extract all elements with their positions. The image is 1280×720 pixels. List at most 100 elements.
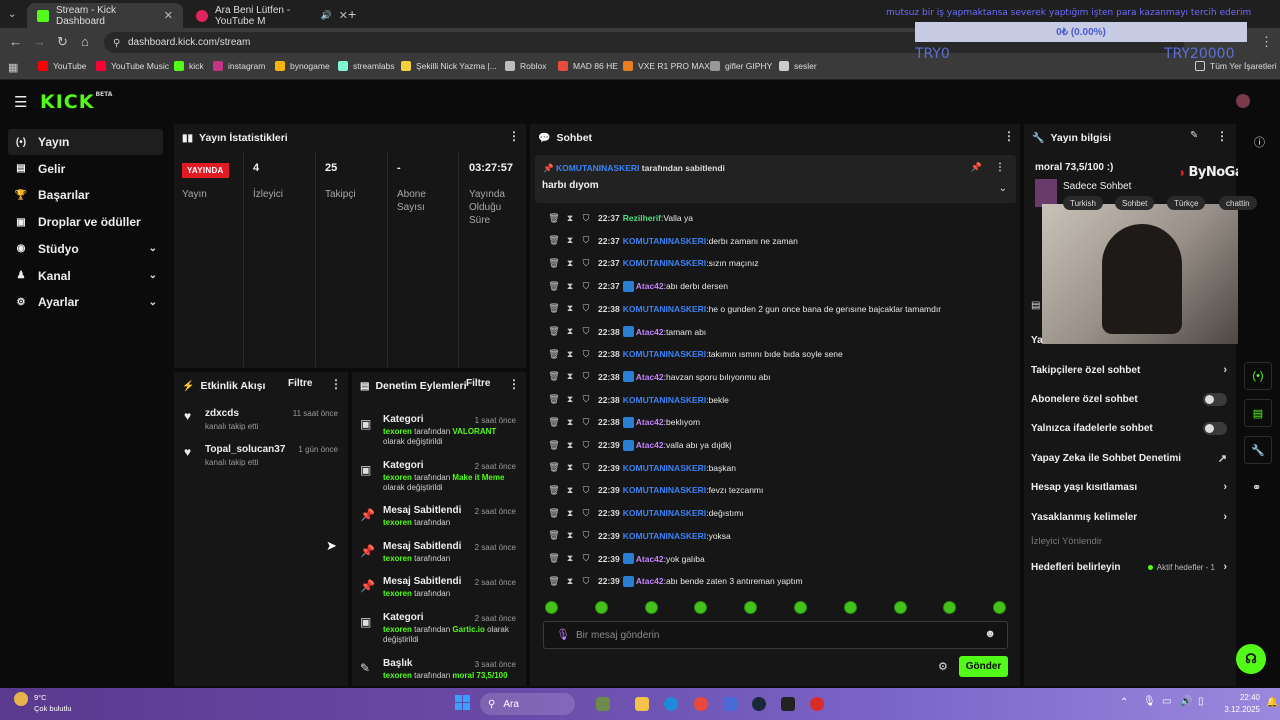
- goals-row[interactable]: Hedefleri belirleyin Aktif hedefler - 1 …: [1031, 558, 1227, 576]
- tag-chip[interactable]: Türkçe: [1167, 196, 1206, 210]
- tab-youtube[interactable]: Ara Beni Lütfen - YouTube M 🔊 ✕: [186, 3, 358, 28]
- tab-search-icon[interactable]: ⌄: [8, 7, 16, 23]
- tag-chip[interactable]: chattin: [1219, 196, 1257, 210]
- chat-message[interactable]: 🗑 ⧗ ⛉ 22:38 KOMUTANINASKERI: he o gunden 2 g…: [546, 301, 941, 317]
- bookmark-3[interactable]: instagram: [213, 61, 265, 71]
- chat-message[interactable]: 🗑 ⧗ ⛉ 22:39 KOMUTANINASKERI: başkan: [546, 460, 736, 476]
- unpin-icon[interactable]: 📌: [971, 162, 982, 173]
- moderation-item[interactable]: 📌 Mesaj Sabitlendi 2 saat önce texoren tara…: [360, 576, 518, 599]
- timeout-icon[interactable]: ⧗: [562, 281, 578, 292]
- chat-message[interactable]: 🗑 ⧗ ⛉ 22:39 KOMUTANINASKERI: değıstımı: [546, 505, 743, 521]
- trash-icon[interactable]: 🗑: [546, 462, 562, 473]
- trash-icon[interactable]: 🗑: [546, 326, 562, 337]
- chat-message[interactable]: 🗑 ⧗ ⛉ 22:39 KOMUTANINASKERI: fevzı tezcanmı: [546, 482, 763, 498]
- tag-chip[interactable]: Sohbet: [1115, 196, 1155, 210]
- chat-input[interactable]: 🎙 Bir mesaj gönderin ☻: [543, 621, 1008, 649]
- chat-username[interactable]: KOMUTANINASKERI: [623, 236, 706, 246]
- timeout-icon[interactable]: ⧗: [562, 462, 578, 473]
- timeout-icon[interactable]: ⧗: [562, 553, 578, 564]
- start-windows-icon[interactable]: [455, 695, 470, 710]
- chat-setting-item[interactable]: Yalnızca ifadelerle sohbet: [1031, 419, 1227, 437]
- chat-message[interactable]: 🗑 ⧗ ⛉ 22:39 KOMUTANINASKERI: yoksa: [546, 528, 731, 544]
- stream-info-menu-icon[interactable]: ⋮: [1216, 129, 1228, 143]
- sidebar-item-6[interactable]: ⚙ Ayarlar ⌄: [8, 289, 163, 315]
- timeout-icon[interactable]: ⧗: [562, 417, 578, 428]
- chat-username[interactable]: Atac42: [636, 281, 664, 291]
- moderation-item[interactable]: 📌 Mesaj Sabitlendi 2 saat önce texoren tara…: [360, 541, 518, 564]
- apps-grid-icon[interactable]: ▦: [8, 60, 18, 76]
- trash-icon[interactable]: 🗑: [546, 303, 562, 314]
- chat-setting-item[interactable]: Abonelere özel sohbet: [1031, 390, 1227, 408]
- weather-icon[interactable]: [14, 692, 28, 706]
- send-button[interactable]: Gönder: [959, 656, 1008, 677]
- all-bookmarks[interactable]: Tüm Yer İşaretleri: [1195, 61, 1277, 71]
- chat-username[interactable]: Atac42: [636, 417, 664, 427]
- kick-logo[interactable]: KICKBETA: [40, 91, 112, 113]
- trash-icon[interactable]: 🗑: [546, 530, 562, 541]
- home-icon[interactable]: ⌂: [81, 34, 89, 50]
- moderation-item[interactable]: 📌 Mesaj Sabitlendi 2 saat önce texoren tara…: [360, 505, 518, 528]
- hamburger-menu-icon[interactable]: ☰: [14, 93, 27, 111]
- share-icon[interactable]: ⚭: [1252, 481, 1261, 494]
- info-icon[interactable]: ⓘ: [1254, 134, 1265, 150]
- trash-icon[interactable]: 🗑: [546, 394, 562, 405]
- chrome-icon[interactable]: [694, 697, 708, 711]
- sidebar-item-0[interactable]: (•) Yayın: [8, 129, 163, 155]
- chat-username[interactable]: KOMUTANINASKERI: [623, 395, 706, 405]
- timeout-icon[interactable]: ⧗: [562, 371, 578, 382]
- activity-item[interactable]: ♥ zdxcds kanalı takip etti 11 saat önce: [184, 408, 340, 431]
- chat-setting-item[interactable]: Takipçilere özel sohbet ›: [1031, 361, 1227, 379]
- moderation-item[interactable]: ▣ Kategori 2 saat önce texoren tarafından G…: [360, 612, 518, 645]
- emote-icon[interactable]: [644, 601, 658, 614]
- chat-message[interactable]: 🗑 ⧗ ⛉ 22:37 Rezilherif: Valla ya: [546, 210, 693, 226]
- bookmark-11[interactable]: sesler: [779, 61, 817, 71]
- support-button[interactable]: ☊: [1236, 644, 1266, 674]
- chat-message[interactable]: 🗑 ⧗ ⛉ 22:39 Atac42: yok galıba: [546, 551, 705, 567]
- chat-username[interactable]: Atac42: [636, 372, 664, 382]
- timeout-icon[interactable]: ⧗: [562, 213, 578, 224]
- trash-icon[interactable]: 🗑: [546, 553, 562, 564]
- timeout-icon[interactable]: ⧗: [562, 235, 578, 246]
- bookmark-6[interactable]: Şekilli Nick Yazma |...: [401, 61, 497, 71]
- sidebar-item-1[interactable]: ▤ Gelir: [8, 156, 163, 182]
- emote-icon[interactable]: [794, 601, 807, 614]
- chat-username[interactable]: Atac42: [636, 554, 664, 564]
- emote-icon[interactable]: [893, 601, 907, 614]
- chat-username[interactable]: Atac42: [636, 327, 664, 337]
- notifications-icon[interactable]: 🔔: [1266, 697, 1278, 708]
- timeout-icon[interactable]: ⧗: [562, 508, 578, 519]
- trash-icon[interactable]: 🗑: [546, 235, 562, 246]
- epic-games-icon[interactable]: [781, 697, 795, 711]
- chat-username[interactable]: KOMUTANINASKERI: [623, 508, 706, 518]
- new-tab-icon[interactable]: +: [348, 6, 356, 22]
- timeout-icon[interactable]: ⧗: [562, 349, 578, 360]
- moderation-item[interactable]: ▣ Kategori 1 saat önce texoren tarafından V…: [360, 414, 518, 447]
- weather-desc[interactable]: Çok bulutlu: [34, 704, 72, 713]
- emoji-icon[interactable]: ☻: [984, 628, 996, 640]
- timeout-icon[interactable]: ⧗: [562, 303, 578, 314]
- trash-icon[interactable]: 🗑: [546, 349, 562, 360]
- stats-menu-icon[interactable]: ⋮: [508, 129, 520, 143]
- layout-rail-button[interactable]: ▤: [1244, 399, 1272, 427]
- timeout-icon[interactable]: ⧗: [562, 394, 578, 405]
- chat-message[interactable]: 🗑 ⧗ ⛉ 22:38 Atac42: beklıyom: [546, 414, 700, 430]
- tag-chip[interactable]: Turkish: [1063, 196, 1103, 210]
- chat-username[interactable]: Atac42: [636, 440, 664, 450]
- chat-username[interactable]: KOMUTANINASKERI: [623, 258, 706, 268]
- toggle-switch[interactable]: [1203, 393, 1227, 406]
- bookmark-7[interactable]: Roblox: [505, 61, 546, 71]
- trash-icon[interactable]: 🗑: [546, 213, 562, 224]
- timeout-icon[interactable]: ⧗: [562, 530, 578, 541]
- sidebar-item-3[interactable]: ▣ Droplar ve ödüller: [8, 209, 163, 235]
- moderation-menu-icon[interactable]: ⋮: [508, 377, 520, 391]
- timeout-icon[interactable]: ⧗: [562, 440, 578, 451]
- moderation-item[interactable]: ✎ Başlık 3 saat önce texoren tarafından mor…: [360, 658, 518, 681]
- tray-chevron-icon[interactable]: ⌃: [1120, 697, 1128, 708]
- timeout-icon[interactable]: ⧗: [562, 258, 578, 269]
- sidebar-item-5[interactable]: ♟ Kanal ⌄: [8, 263, 163, 289]
- pinned-menu-icon[interactable]: ⋮: [995, 162, 1005, 173]
- widgets-app-icon[interactable]: [596, 697, 610, 711]
- trash-icon[interactable]: 🗑: [546, 258, 562, 269]
- chat-username[interactable]: Atac42: [636, 576, 664, 586]
- chat-message[interactable]: 🗑 ⧗ ⛉ 22:38 Atac42: tamam abı: [546, 324, 706, 340]
